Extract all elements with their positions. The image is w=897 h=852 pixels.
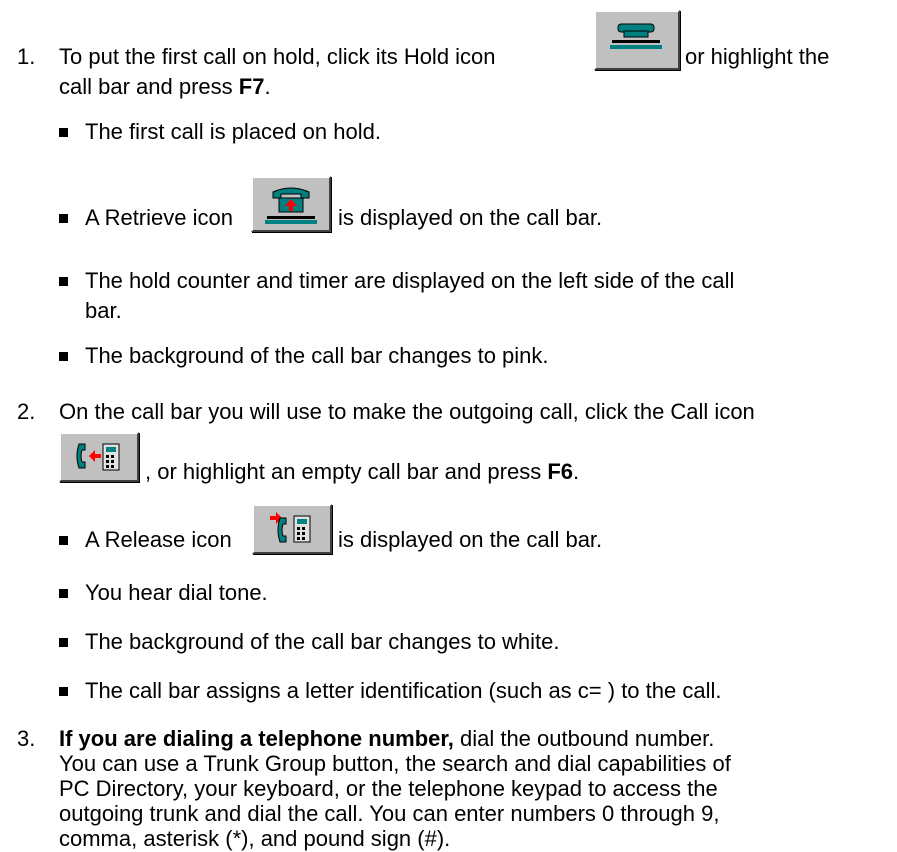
bullet [59, 352, 68, 361]
step-1-text-line2: call bar and press F7. [59, 74, 271, 99]
release-icon-button[interactable] [252, 504, 332, 554]
step-3-text-line1: If you are dialing a telephone number, d… [59, 726, 715, 751]
step-1-number: 1. [17, 44, 36, 69]
f6-key: F6 [547, 459, 574, 484]
step-2-bullet-2: You hear dial tone. [85, 580, 268, 605]
step-2-text-line1: On the call bar you will use to make the… [59, 399, 755, 424]
call-phone-icon [76, 443, 120, 471]
step-2-bullet-1b: is displayed on the call bar. [338, 527, 603, 552]
step-1-bullet-1: The first call is placed on hold. [85, 119, 381, 144]
step-2-bullet-3: The background of the call bar changes t… [85, 629, 560, 654]
step-1-bullet-3-line1: The hold counter and timer are displayed… [85, 268, 735, 293]
bullet [59, 638, 68, 647]
release-phone-icon [270, 512, 311, 543]
step-1-bullet-2a: A Retrieve icon [85, 205, 233, 230]
step-1-text-line1a: To put the first call on hold, click its… [59, 44, 496, 69]
hold-phone-icon [610, 23, 662, 49]
hold-icon-button[interactable] [594, 10, 680, 70]
step-3-text-line4: outgoing trunk and dial the call. You ca… [59, 801, 720, 826]
bullet [59, 214, 68, 223]
step-2-text-line2: , or highlight an empty call bar and pre… [145, 459, 580, 484]
step-3-number: 3. [17, 726, 36, 751]
step-3-text-line5: comma, asterisk (*), and pound sign (#). [59, 826, 451, 851]
bullet [59, 536, 68, 545]
step-1-text-line1b: or highlight the [685, 44, 830, 69]
step-2-bullet-4: The call bar assigns a letter identifica… [85, 678, 722, 703]
retrieve-icon-button[interactable] [251, 176, 331, 232]
step-1-bullet-4: The background of the call bar changes t… [85, 343, 549, 368]
bullet [59, 687, 68, 696]
bullet [59, 589, 68, 598]
call-icon-button[interactable] [59, 432, 139, 482]
step-2-number: 2. [17, 399, 36, 424]
bullet [59, 277, 68, 286]
retrieve-phone-icon [265, 187, 317, 224]
step-1-bullet-2b: is displayed on the call bar. [338, 205, 603, 230]
bullet [59, 128, 68, 137]
f7-key: F7 [238, 74, 265, 99]
step-3-text-line2: You can use a Trunk Group button, the se… [59, 751, 731, 776]
step-3-text-line3: PC Directory, your keyboard, or the tele… [59, 776, 718, 801]
step-1-bullet-3-line2: bar. [85, 298, 122, 323]
step-2-bullet-1a: A Release icon [85, 527, 232, 552]
